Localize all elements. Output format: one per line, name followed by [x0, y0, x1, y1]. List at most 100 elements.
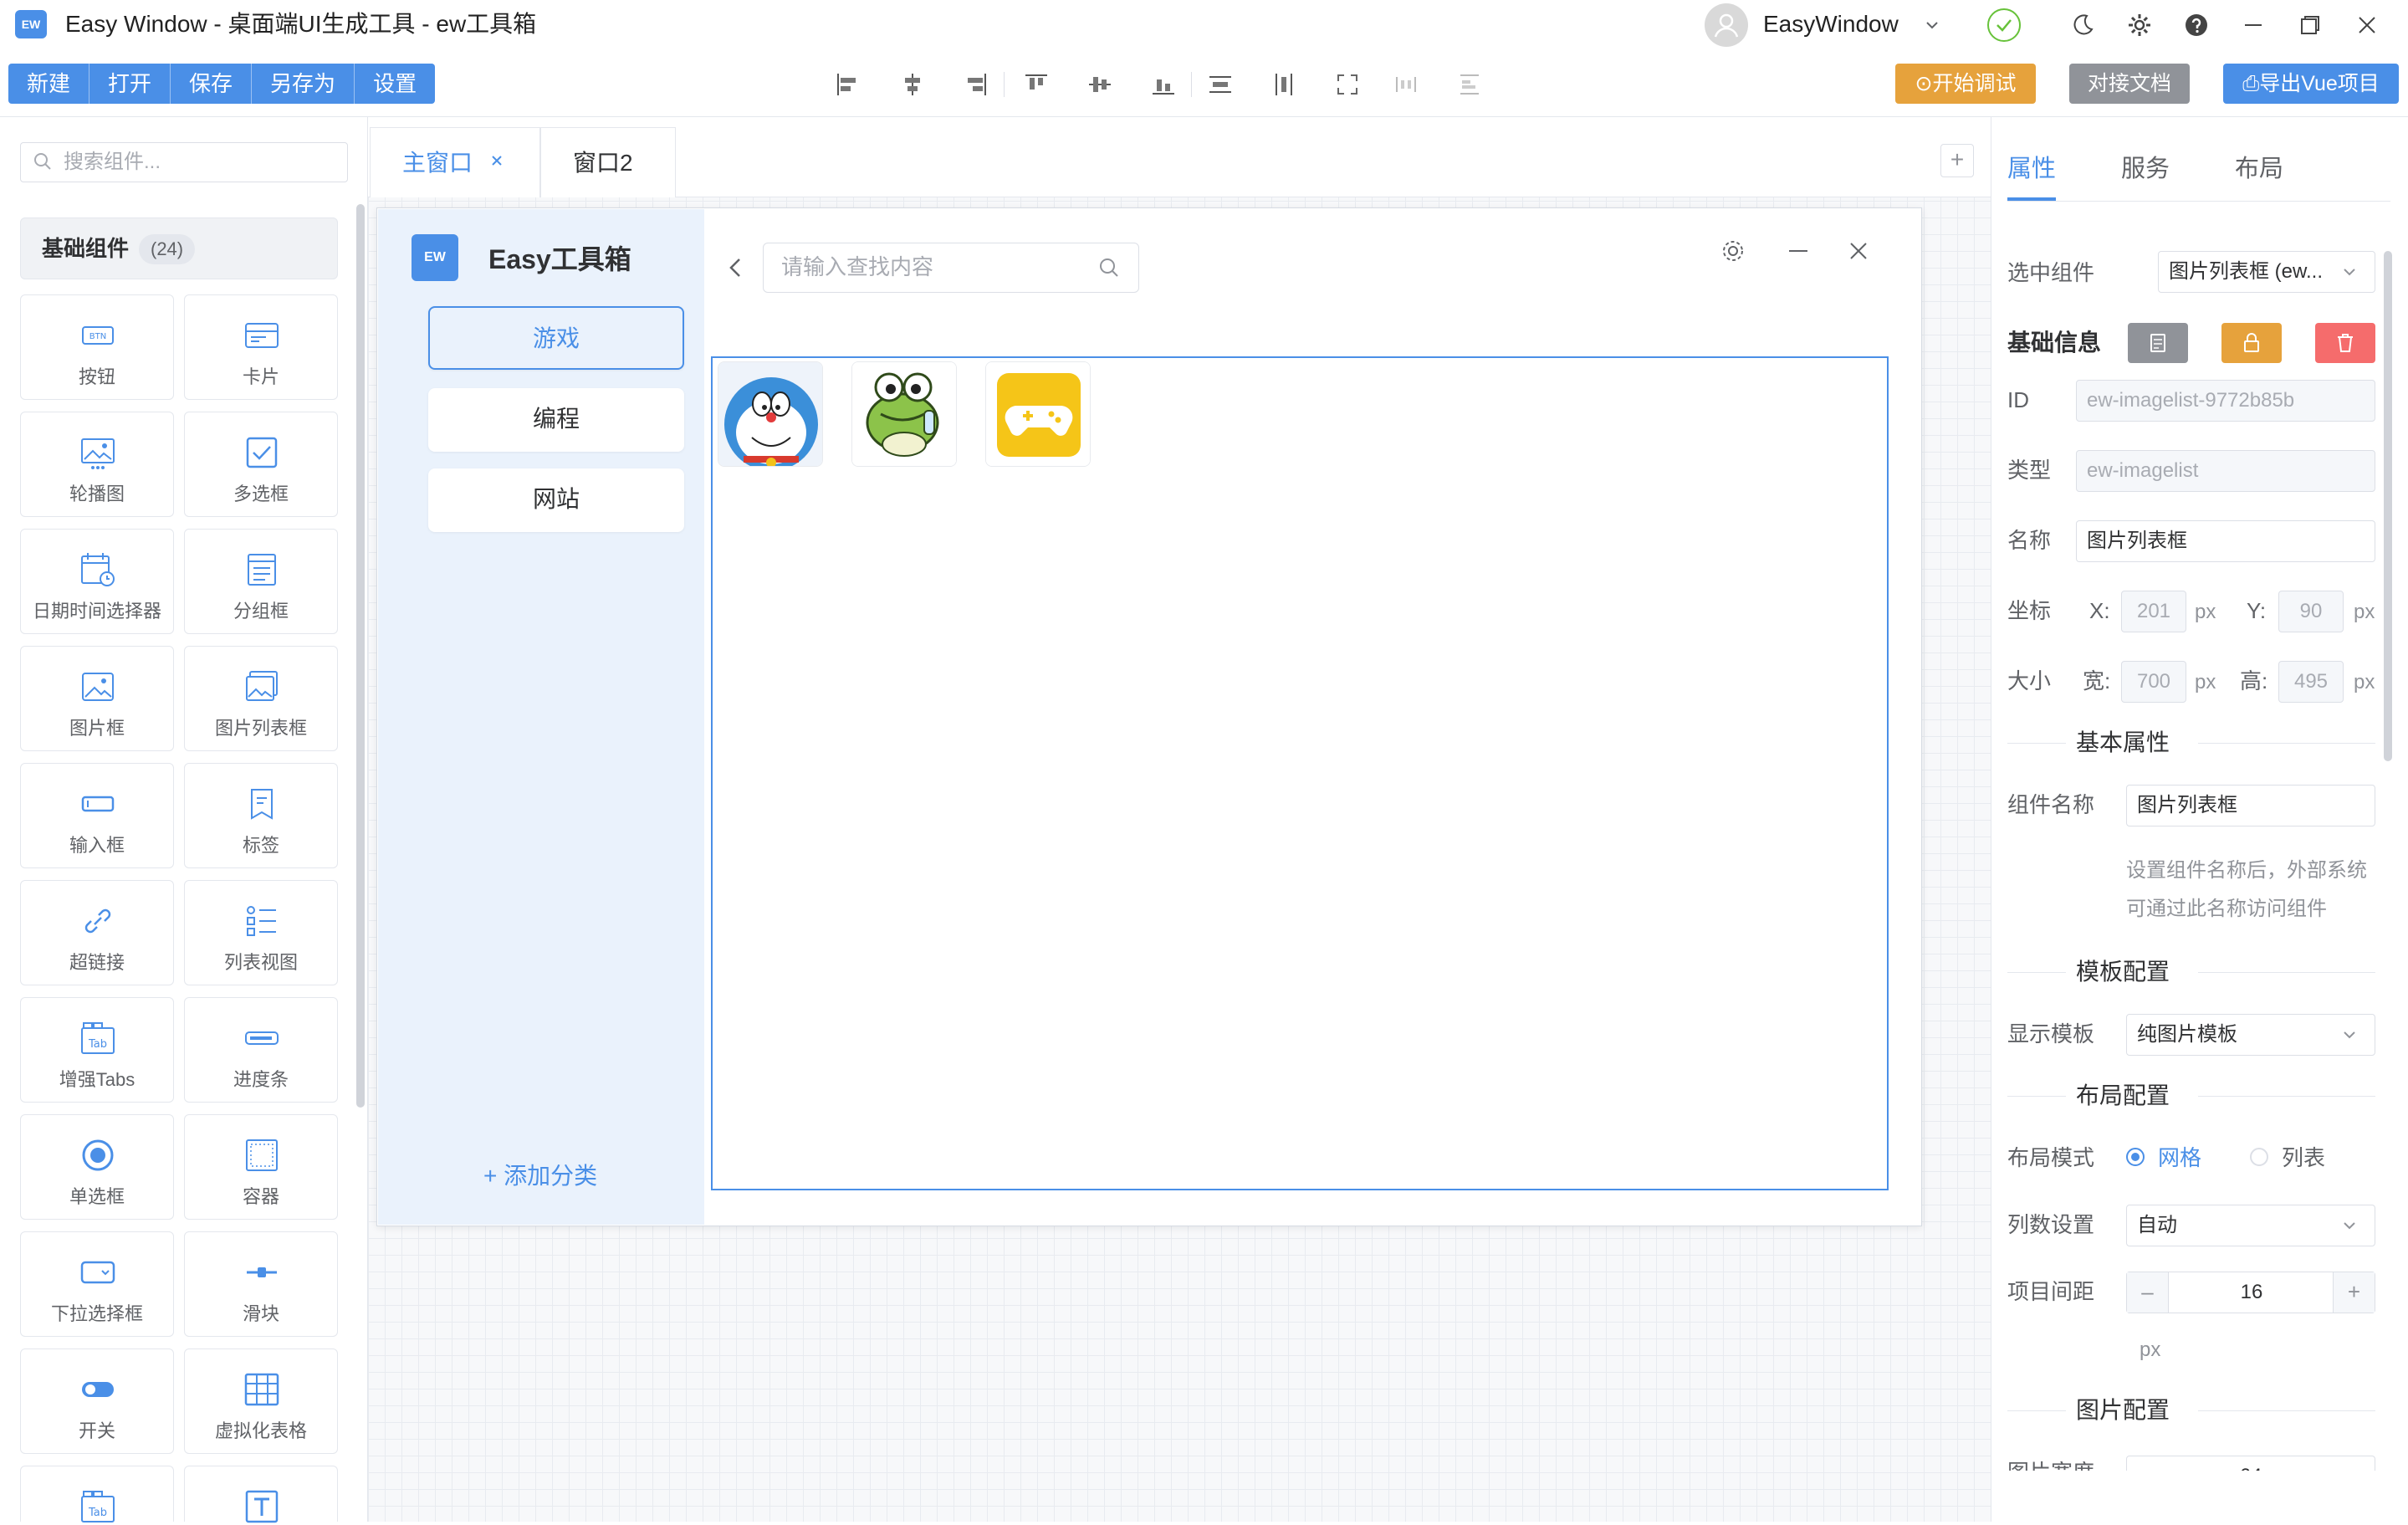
columns-select[interactable]: 自动: [2126, 1205, 2375, 1246]
preview-settings-icon[interactable]: [1720, 238, 1746, 264]
radio-grid[interactable]: [2126, 1148, 2145, 1166]
component-datetime-picker[interactable]: 日期时间选择器: [20, 529, 174, 634]
user-name[interactable]: EasyWindow: [1763, 8, 1899, 40]
template-select[interactable]: 纯图片模板: [2126, 1014, 2375, 1056]
category-games[interactable]: 游戏: [428, 306, 684, 370]
save-as-button[interactable]: 另存为: [252, 64, 355, 104]
gap-decrement[interactable]: –: [2127, 1272, 2169, 1313]
component-carousel[interactable]: 轮播图: [20, 412, 174, 517]
back-chevron-icon[interactable]: [726, 254, 746, 281]
image-icon: [82, 673, 114, 701]
image-list-component[interactable]: [711, 356, 1889, 1190]
category-programming[interactable]: 编程: [428, 388, 684, 452]
template-label: 显示模板: [2007, 1021, 2095, 1047]
name-field[interactable]: 图片列表框: [2076, 520, 2375, 562]
gap-value[interactable]: 16: [2169, 1272, 2334, 1313]
align-center-h-icon[interactable]: [897, 69, 928, 100]
component-button[interactable]: BTN 按钮: [20, 294, 174, 400]
close-icon[interactable]: [2352, 10, 2382, 40]
image-tile-doraemon[interactable]: [718, 361, 823, 467]
preview-close-icon[interactable]: [1845, 238, 1872, 264]
component-image[interactable]: 图片框: [20, 646, 174, 751]
minimize-icon[interactable]: [2238, 10, 2268, 40]
preview-minimize-icon[interactable]: [1785, 238, 1812, 264]
settings-button[interactable]: 设置: [355, 64, 435, 104]
component-card[interactable]: 卡片: [184, 294, 338, 400]
lock-component-button[interactable]: [2221, 323, 2282, 363]
sidebar-scrollbar[interactable]: [356, 204, 365, 1108]
add-category-button[interactable]: + 添加分类: [483, 1159, 597, 1193]
width-field[interactable]: 700: [2121, 661, 2186, 703]
y-field[interactable]: 90: [2278, 591, 2344, 632]
radio-grid-label[interactable]: 网格: [2158, 1141, 2201, 1174]
distribute-v-icon[interactable]: [1268, 69, 1300, 100]
component-container[interactable]: 容器: [184, 1114, 338, 1220]
component-list-view[interactable]: 列表视图: [184, 880, 338, 985]
tab-main-window[interactable]: 主窗口: [370, 127, 540, 197]
same-height-icon[interactable]: [1454, 69, 1485, 100]
category-websites[interactable]: 网站: [428, 468, 684, 532]
switch-icon: [82, 1382, 114, 1397]
radio-list-label[interactable]: 列表: [2282, 1141, 2325, 1174]
api-docs-button[interactable]: 对接文档: [2069, 64, 2190, 104]
export-vue-button[interactable]: ⎙导出Vue项目: [2223, 64, 2399, 104]
dark-mode-icon[interactable]: [2068, 10, 2098, 40]
component-name-field[interactable]: 图片列表框: [2126, 785, 2375, 826]
new-button[interactable]: 新建: [8, 64, 90, 104]
tab-layout[interactable]: 布局: [2235, 151, 2283, 187]
align-middle-v-icon[interactable]: [1084, 69, 1116, 100]
component-input[interactable]: 输入框: [20, 763, 174, 868]
component-text[interactable]: [184, 1466, 338, 1523]
image-width-stepper[interactable]: 64: [2126, 1456, 2375, 1471]
tab-label: 窗口2: [573, 150, 633, 176]
id-field[interactable]: ew-imagelist-9772b85b: [2076, 380, 2375, 422]
same-width-icon[interactable]: [1390, 69, 1422, 100]
align-right-icon[interactable]: [960, 69, 992, 100]
align-bottom-icon[interactable]: [1148, 69, 1179, 100]
maximize-icon[interactable]: [2295, 10, 2325, 40]
tab-services[interactable]: 服务: [2121, 151, 2170, 187]
component-slider[interactable]: 滑块: [184, 1231, 338, 1337]
component-tabs[interactable]: Tab 增强Tabs: [20, 997, 174, 1103]
panel-scrollbar[interactable]: [2384, 251, 2392, 761]
component-link[interactable]: 超链接: [20, 880, 174, 985]
align-top-icon[interactable]: [1020, 69, 1052, 100]
group-box-icon: [248, 554, 276, 586]
help-icon[interactable]: [2181, 10, 2211, 40]
type-field[interactable]: ew-imagelist: [2076, 450, 2375, 492]
tab-window-2[interactable]: 窗口2: [540, 127, 676, 197]
height-field[interactable]: 495: [2278, 661, 2344, 703]
user-avatar[interactable]: [1705, 3, 1748, 47]
component-tabs-variant[interactable]: Tab: [20, 1466, 174, 1522]
tab-properties[interactable]: 属性: [2007, 151, 2056, 187]
coord-label: 坐标: [2007, 598, 2052, 623]
search-icon[interactable]: [1097, 256, 1121, 279]
copy-component-button[interactable]: [2128, 323, 2188, 363]
component-switch[interactable]: 开关: [20, 1348, 174, 1454]
component-select[interactable]: 下拉选择框: [20, 1231, 174, 1337]
gap-increment[interactable]: +: [2333, 1272, 2375, 1313]
radio-list[interactable]: [2250, 1148, 2268, 1166]
component-group-box[interactable]: 分组框: [184, 529, 338, 634]
open-button[interactable]: 打开: [89, 64, 171, 104]
component-radio[interactable]: 单选框: [20, 1114, 174, 1220]
image-tile-frog[interactable]: [851, 361, 957, 467]
x-field[interactable]: 201: [2121, 591, 2186, 632]
component-progress[interactable]: 进度条: [184, 997, 338, 1103]
component-virtual-table[interactable]: 虚拟化表格: [184, 1348, 338, 1454]
distribute-h-icon[interactable]: [1204, 69, 1236, 100]
chevron-down-icon[interactable]: [1922, 15, 1942, 35]
fullscreen-icon[interactable]: [1332, 69, 1363, 100]
delete-component-button[interactable]: [2315, 323, 2375, 363]
image-tile-gamepad[interactable]: [985, 361, 1091, 467]
save-button[interactable]: 保存: [171, 64, 253, 104]
component-image-list[interactable]: 图片列表框: [184, 646, 338, 751]
start-debug-button[interactable]: ⊙开始调试: [1895, 64, 2036, 104]
component-checkbox[interactable]: 多选框: [184, 412, 338, 517]
add-tab-button[interactable]: +: [1940, 144, 1974, 177]
tab-close-icon[interactable]: [488, 152, 505, 169]
settings-gear-icon[interactable]: [2124, 10, 2155, 40]
align-left-icon[interactable]: [831, 69, 863, 100]
status-ok-icon[interactable]: [1986, 7, 2022, 43]
component-label-widget[interactable]: 标签: [184, 763, 338, 868]
